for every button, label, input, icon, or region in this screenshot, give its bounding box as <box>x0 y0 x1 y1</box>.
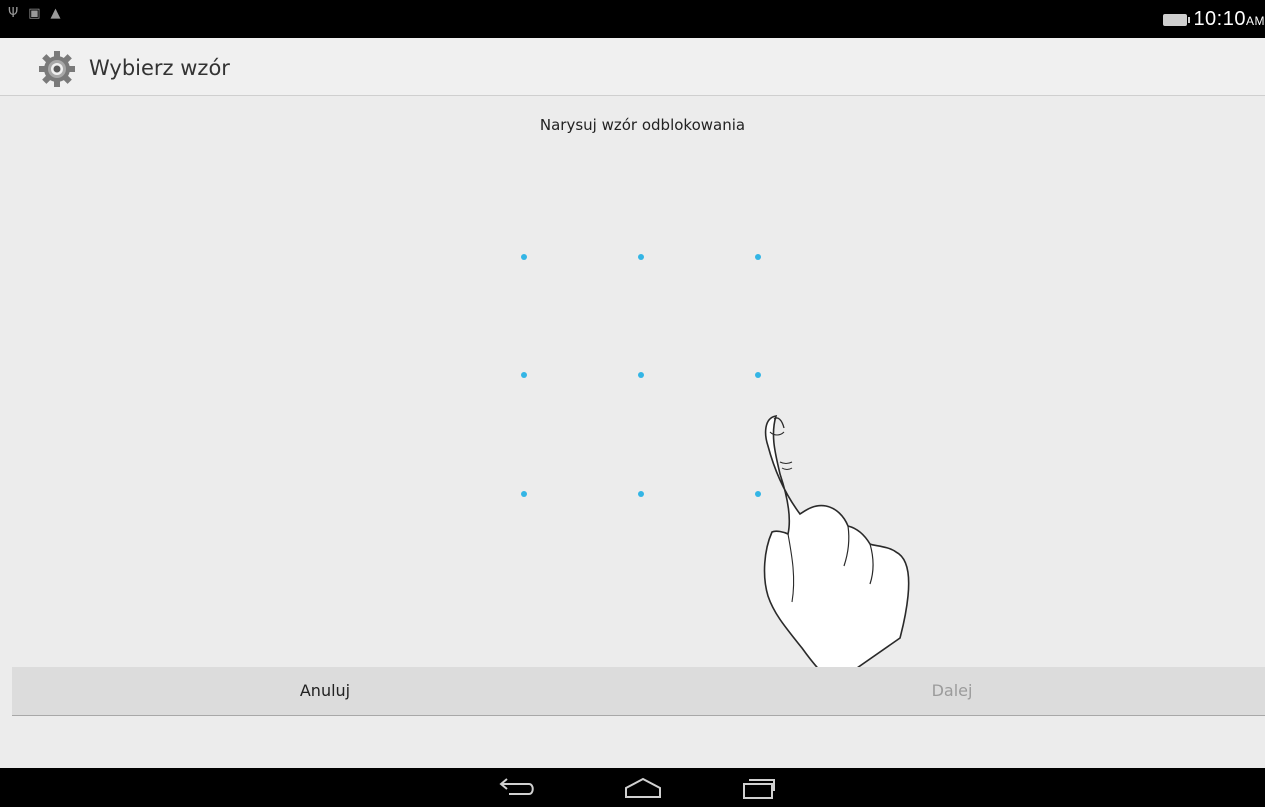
clock-time: 10:10 <box>1193 8 1246 30</box>
pattern-dot-8[interactable] <box>638 491 644 497</box>
pointing-hand-icon <box>763 414 910 685</box>
pattern-dot-3[interactable] <box>755 254 761 260</box>
image-icon: ▣ <box>28 6 41 21</box>
pattern-instruction: Narysuj wzór odblokowania <box>539 116 746 134</box>
warning-icon: ▲ <box>50 6 61 21</box>
usb-icon: Ψ <box>8 6 19 21</box>
pattern-dot-4[interactable] <box>521 372 527 378</box>
navigation-bar <box>0 768 1265 807</box>
battery-icon <box>1163 13 1191 26</box>
next-button[interactable]: Dalej <box>639 667 1265 715</box>
pattern-dot-5[interactable] <box>638 372 644 378</box>
home-icon[interactable] <box>622 777 664 799</box>
pattern-dot-6[interactable] <box>755 372 761 378</box>
back-icon[interactable] <box>497 777 537 799</box>
cancel-button[interactable]: Anuluj <box>12 667 638 715</box>
action-bar: Wybierz wzór <box>0 38 1265 96</box>
clock: 10:10AM <box>1193 8 1265 31</box>
pattern-dot-7[interactable] <box>521 491 527 497</box>
pattern-dot-1[interactable] <box>521 254 527 260</box>
settings-gear-icon[interactable] <box>38 50 76 88</box>
status-bar: Ψ ▣ ▲ 10:10AM <box>0 0 1265 38</box>
recent-apps-icon[interactable] <box>738 777 778 799</box>
status-icons-left: Ψ ▣ ▲ <box>8 6 61 21</box>
status-icons-right: 10:10AM <box>1163 8 1265 31</box>
clock-ampm: AM <box>1246 14 1265 28</box>
pattern-dot-2[interactable] <box>638 254 644 260</box>
button-bar: Anuluj Dalej <box>12 667 1265 716</box>
page-title: Wybierz wzór <box>89 56 230 80</box>
